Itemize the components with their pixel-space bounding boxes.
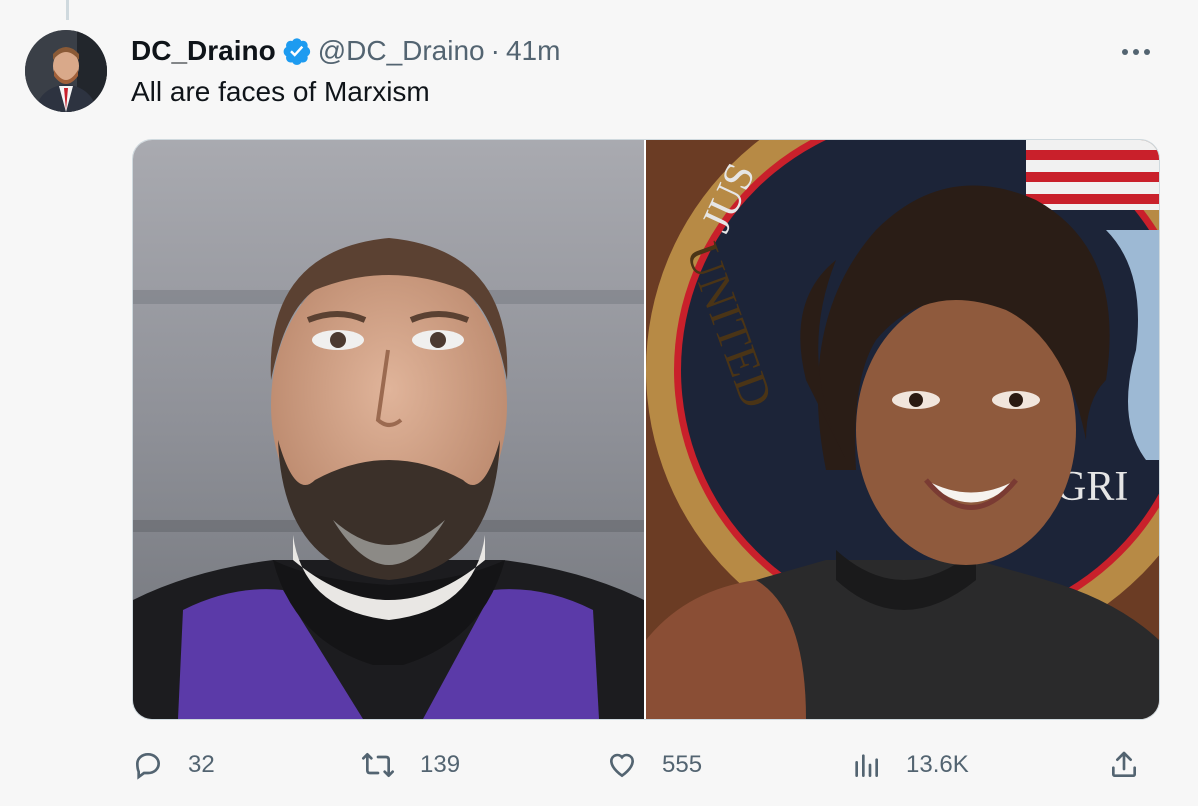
avatar[interactable] — [25, 30, 107, 112]
analytics-icon — [855, 754, 878, 777]
media-grid: JUS UNITED GRI — [132, 139, 1160, 720]
timestamp[interactable]: 41m — [506, 35, 560, 67]
man-portrait-photo[interactable] — [133, 140, 644, 719]
share-icon — [1112, 751, 1136, 777]
retweet-count: 139 — [420, 751, 461, 778]
retweet-button[interactable]: 139 — [360, 740, 460, 790]
heart-icon — [609, 753, 635, 778]
share-button[interactable] — [1108, 740, 1140, 790]
tweet-header: DC_Draino @DC_Draino · 41m — [131, 33, 560, 69]
like-button[interactable]: 555 — [606, 740, 702, 790]
tweet-text: All are faces of Marxism — [131, 76, 430, 107]
woman-portrait-photo[interactable]: JUS UNITED GRI — [646, 140, 1159, 719]
separator-dot: · — [490, 35, 500, 66]
retweet-icon — [362, 753, 394, 777]
reply-icon — [135, 752, 161, 780]
like-count: 555 — [662, 751, 703, 778]
reply-count: 32 — [188, 751, 215, 778]
view-count: 13.6K — [906, 751, 969, 778]
views-button[interactable]: 13.6K — [850, 740, 969, 790]
reply-button[interactable]: 32 — [132, 740, 215, 790]
verified-badge-icon — [282, 36, 312, 66]
action-bar: 32 139 555 13.6K — [132, 740, 1158, 790]
more-options-icon[interactable] — [1116, 38, 1156, 66]
thread-connector-line — [66, 0, 69, 20]
user-handle[interactable]: @DC_Draino — [318, 35, 485, 67]
display-name[interactable]: DC_Draino — [131, 35, 276, 67]
